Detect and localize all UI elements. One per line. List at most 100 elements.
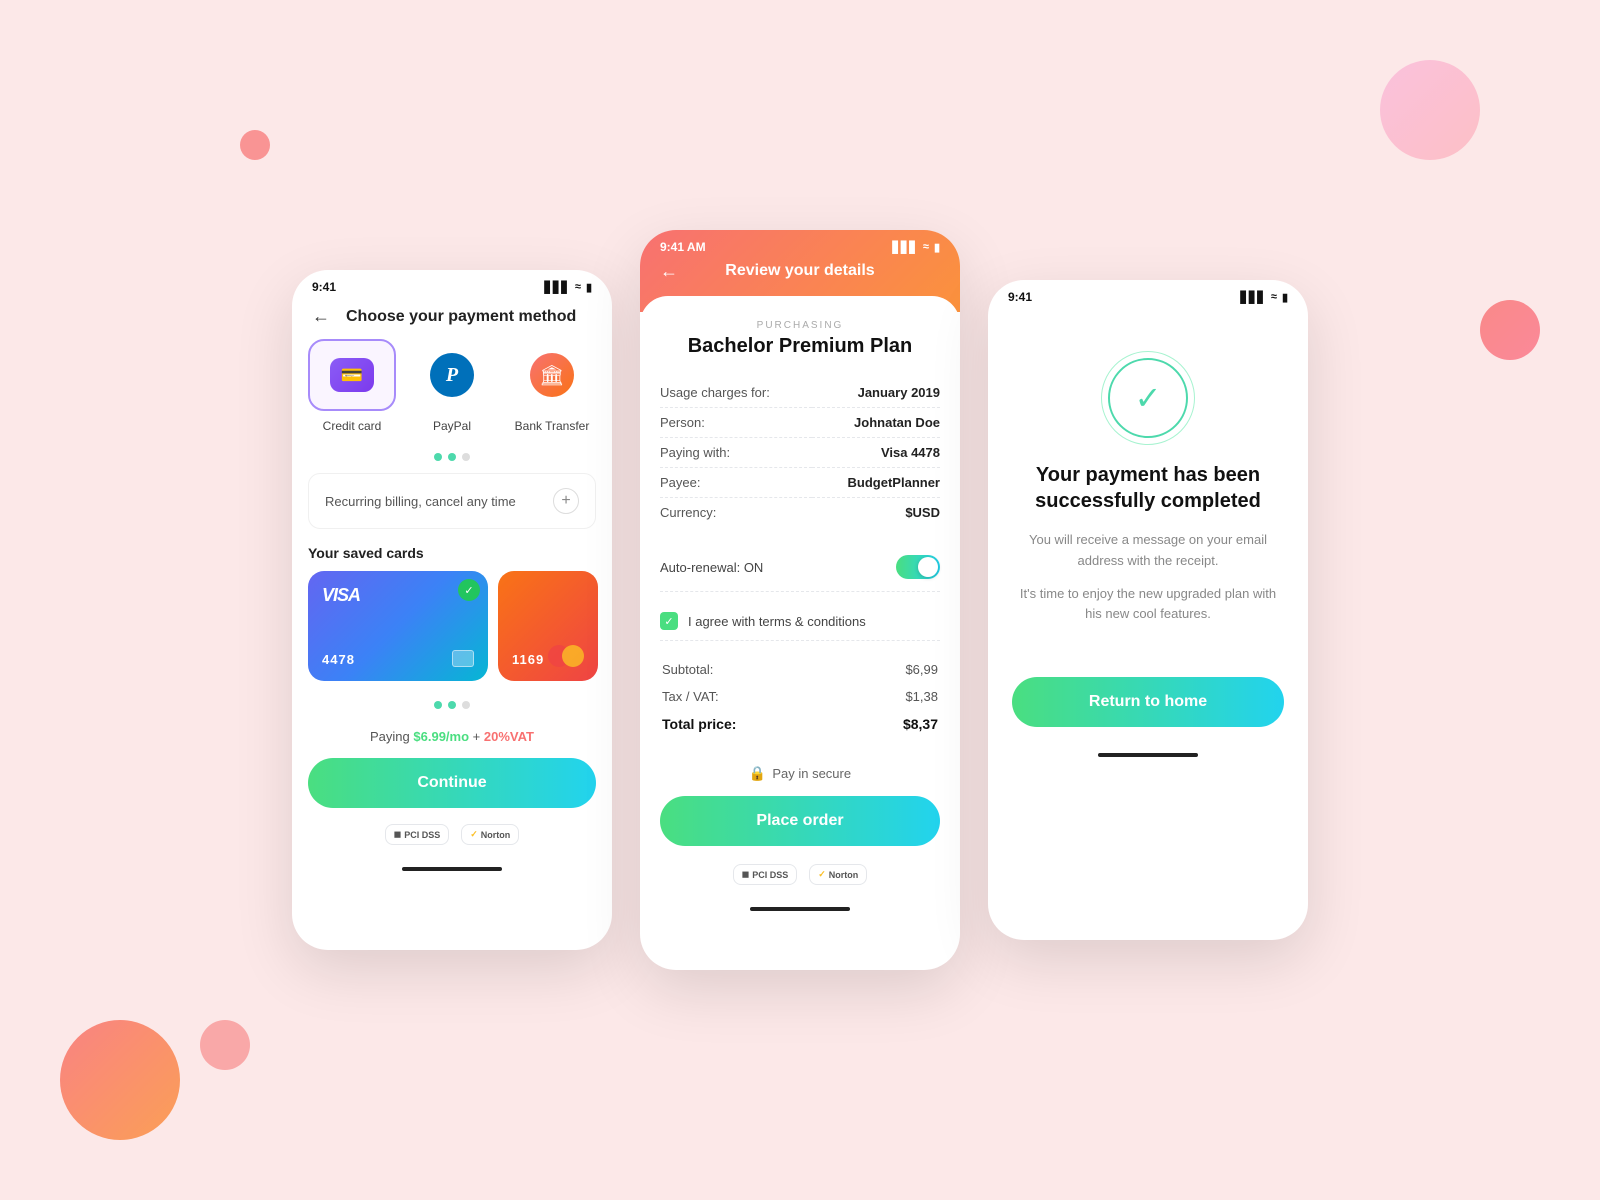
pricing-label-total: Total price: [662, 711, 848, 737]
detail-label-3: Payee: [660, 468, 812, 498]
signal-icon-2: ▋▋▋ [893, 241, 918, 254]
terms-label: I agree with terms & conditions [688, 614, 866, 629]
paying-amount: $6.99/mo [413, 729, 469, 744]
detail-value-0: January 2019 [812, 378, 940, 408]
payment-credit-card[interactable]: 💳 Credit card [308, 339, 396, 433]
security-badges-2: ◼ PCI DSS ✓ Norton [660, 860, 940, 899]
battery-icon-2: ▮ [934, 241, 940, 254]
pricing-row-0: Subtotal: $6,99 [662, 657, 938, 682]
paypal-icon: P [430, 353, 474, 397]
norton-badge-2: ✓ Norton [809, 864, 867, 885]
pricing-value-total: $8,37 [850, 711, 938, 737]
return-home-button[interactable]: Return to home [1012, 677, 1284, 727]
detail-value-1: Johnatan Doe [812, 408, 940, 438]
bg-decoration-3 [240, 130, 270, 160]
auto-renewal-toggle[interactable] [896, 555, 940, 579]
success-desc-1: You will receive a message on your email… [1012, 530, 1284, 572]
detail-value-4: $USD [812, 498, 940, 528]
paypal-label: PayPal [433, 419, 471, 433]
phones-container: 9:41 ▋▋▋ ≈ ▮ ← Choose your payment metho… [292, 230, 1308, 970]
status-icons-1: ▋▋▋ ≈ ▮ [545, 281, 593, 294]
status-icons-2: ▋▋▋ ≈ ▮ [893, 241, 941, 254]
review-body: PURCHASING Bachelor Premium Plan Usage c… [640, 296, 960, 911]
credit-card-label: Credit card [323, 419, 382, 433]
status-bar-3: 9:41 ▋▋▋ ≈ ▮ [988, 280, 1308, 308]
toggle-knob [918, 557, 938, 577]
bank-icon-container: 🏛 [508, 339, 596, 411]
mastercard-logo [548, 645, 584, 667]
visa-card[interactable]: ✓ VISA 4478 [308, 571, 488, 681]
payment-paypal[interactable]: P PayPal [408, 339, 496, 433]
status-icons-3: ▋▋▋ ≈ ▮ [1241, 291, 1289, 304]
place-order-button[interactable]: Place order [660, 796, 940, 846]
detail-label-4: Currency: [660, 498, 812, 528]
terms-row[interactable]: ✓ I agree with terms & conditions [660, 602, 940, 641]
continue-button[interactable]: Continue [308, 758, 596, 808]
visa-card-number: 4478 [322, 652, 355, 667]
payment-methods-list: 💳 Credit card P PayPal 🏛 [292, 339, 612, 449]
paying-vat: 20%VAT [484, 729, 534, 744]
detail-label-0: Usage charges for: [660, 378, 812, 408]
detail-row-2: Paying with: Visa 4478 [660, 438, 940, 468]
detail-row-1: Person: Johnatan Doe [660, 408, 940, 438]
time-1: 9:41 [312, 280, 336, 294]
back-button-2[interactable]: ← [660, 261, 678, 282]
back-button-1[interactable]: ← [312, 306, 330, 327]
dot-2 [448, 453, 456, 461]
nav-bar-1: ← Choose your payment method [292, 298, 612, 339]
pricing-row-total: Total price: $8,37 [662, 711, 938, 737]
details-table: Usage charges for: January 2019 Person: … [660, 378, 940, 527]
success-desc-2: It's time to enjoy the new upgraded plan… [1012, 584, 1284, 626]
detail-value-2: Visa 4478 [812, 438, 940, 468]
detail-row-3: Payee: BudgetPlanner [660, 468, 940, 498]
mc-card-number: 1169 [512, 652, 544, 667]
bg-decoration-1 [60, 1020, 180, 1140]
carousel-dots-1 [292, 449, 612, 473]
phone-review: 9:41 AM ▋▋▋ ≈ ▮ ← Review your details PU… [640, 230, 960, 970]
mastercard-card[interactable]: 1169 [498, 571, 598, 681]
phone-payment-method: 9:41 ▋▋▋ ≈ ▮ ← Choose your payment metho… [292, 270, 612, 950]
dot2-3 [462, 701, 470, 709]
norton-icon: ✓ [470, 829, 478, 840]
pricing-value-0: $6,99 [850, 657, 938, 682]
success-icon-container: ✓ [1108, 358, 1188, 438]
bank-label: Bank Transfer [515, 419, 590, 433]
phone-success: 9:41 ▋▋▋ ≈ ▮ ✓ Your payment has been suc… [988, 280, 1308, 940]
pricing-label-1: Tax / VAT: [662, 684, 848, 709]
wifi-icon-3: ≈ [1271, 291, 1277, 303]
detail-row-0: Usage charges for: January 2019 [660, 378, 940, 408]
detail-value-3: BudgetPlanner [812, 468, 940, 498]
cards-row: ✓ VISA 4478 1169 [292, 571, 612, 697]
wifi-icon-2: ≈ [923, 241, 929, 253]
battery-icon: ▮ [586, 281, 592, 294]
bg-decoration-2 [200, 1020, 250, 1070]
detail-label-2: Paying with: [660, 438, 812, 468]
paying-text: Paying [370, 729, 410, 744]
pci-icon: ◼ [394, 829, 401, 840]
plan-title: Bachelor Premium Plan [660, 335, 940, 358]
card-chip [452, 650, 474, 667]
page-title-1: Choose your payment method [346, 308, 576, 326]
expand-button[interactable]: + [553, 488, 579, 514]
bg-decoration-5 [1380, 60, 1480, 160]
card-selected-check: ✓ [458, 579, 480, 601]
pci-badge: ◼ PCI DSS [385, 824, 450, 845]
signal-icon: ▋▋▋ [545, 281, 570, 294]
status-bar-2: 9:41 AM ▋▋▋ ≈ ▮ [640, 230, 960, 258]
payment-bank-transfer[interactable]: 🏛 Bank Transfer [508, 339, 596, 433]
dot-3 [462, 453, 470, 461]
terms-checkbox[interactable]: ✓ [660, 612, 678, 630]
page-title-2: Review your details [725, 262, 874, 280]
credit-card-icon: 💳 [330, 358, 374, 392]
success-ring-outer [1101, 351, 1195, 445]
secure-row: 🔒 Pay in secure [660, 757, 940, 796]
auto-renewal-row: Auto-renewal: ON [660, 543, 940, 592]
paying-summary: Paying $6.99/mo + 20%VAT [292, 721, 612, 758]
signal-icon-3: ▋▋▋ [1241, 291, 1266, 304]
success-title: Your payment has been successfully compl… [1012, 462, 1284, 514]
pricing-value-1: $1,38 [850, 684, 938, 709]
success-body: ✓ Your payment has been successfully com… [988, 308, 1308, 771]
security-badges-1: ◼ PCI DSS ✓ Norton [292, 820, 612, 859]
lock-icon: 🔒 [749, 765, 766, 782]
pci-icon-2: ◼ [742, 869, 749, 880]
